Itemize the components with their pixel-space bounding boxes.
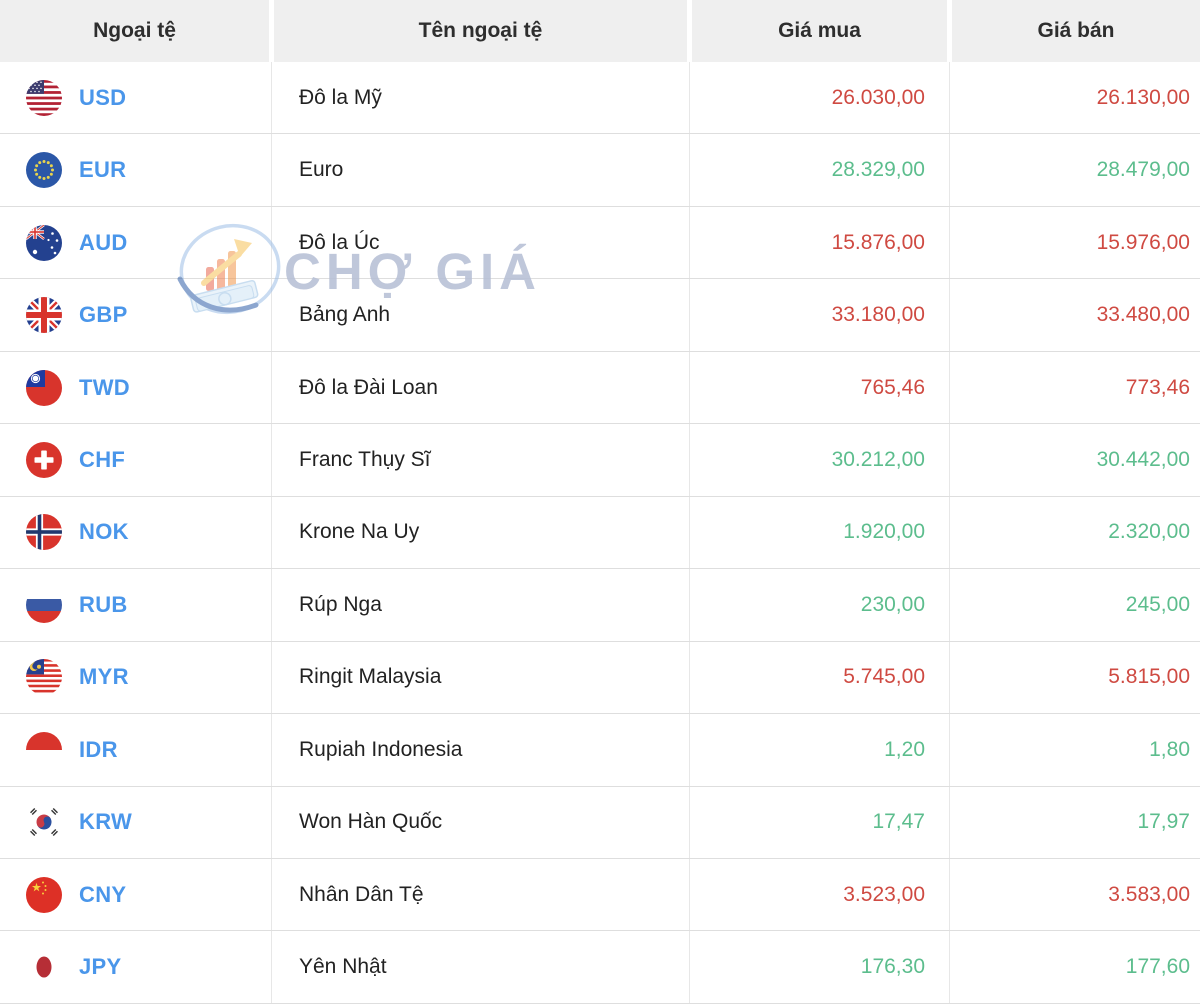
jpy-flag-icon bbox=[26, 949, 62, 986]
aud-flag-icon bbox=[26, 224, 62, 261]
column-header-currency: Ngoại tệ bbox=[0, 0, 269, 62]
column-header-name: Tên ngoại tệ bbox=[274, 0, 687, 62]
buy-price: 15.876,00 bbox=[690, 206, 950, 279]
table-row: MYR Ringit Malaysia 5.745,00 5.815,00 bbox=[0, 641, 1200, 715]
sell-price: 15.976,00 bbox=[1096, 230, 1190, 254]
currency-name: Won Hàn Quốc bbox=[299, 810, 443, 834]
buy-price: 30.212,00 bbox=[690, 424, 950, 496]
myr-flag-icon bbox=[26, 659, 62, 696]
currency-name: Ringit Malaysia bbox=[299, 665, 442, 689]
nok-flag-icon bbox=[26, 514, 62, 551]
buy-price: 5.745,00 bbox=[690, 641, 950, 714]
sell-price: 30.442,00 bbox=[1096, 447, 1190, 471]
sell-price: 773,46 bbox=[1125, 375, 1190, 399]
buy-price: 33.180,00 bbox=[690, 279, 950, 351]
gbp-flag-icon bbox=[26, 297, 62, 334]
table-row: IDR Rupiah Indonesia 1,20 1,80 bbox=[0, 714, 1200, 787]
sell-price: 26.130,00 bbox=[1096, 85, 1190, 109]
sell-price: 177,60 bbox=[1125, 955, 1190, 979]
column-header-buy: Giá mua bbox=[692, 0, 947, 62]
buy-price: 230,00 bbox=[690, 569, 950, 641]
currency-code-link[interactable]: GBP bbox=[79, 302, 128, 328]
table-row: GBP Bảng Anh 33.180,00 33.480,00 bbox=[0, 279, 1200, 352]
currency-code-link[interactable]: EUR bbox=[79, 157, 126, 183]
buy-price: 17,47 bbox=[690, 786, 950, 858]
table-row: TWD Đô la Đài Loan 765,46 773,46 bbox=[0, 351, 1200, 425]
currency-code-link[interactable]: RUB bbox=[79, 592, 128, 618]
table-row: CHF Franc Thụy Sĩ 30.212,00 30.442,00 bbox=[0, 424, 1200, 497]
currency-name: Euro bbox=[299, 158, 344, 182]
table-row: JPY Yên Nhật 176,30 177,60 bbox=[0, 931, 1200, 1004]
currency-name: Rupiah Indonesia bbox=[299, 737, 463, 761]
table-header: Ngoại tệ Tên ngoại tệ Giá mua Giá bán bbox=[0, 0, 1200, 62]
buy-price: 28.329,00 bbox=[690, 134, 950, 206]
sell-price: 5.815,00 bbox=[1108, 665, 1190, 689]
idr-flag-icon bbox=[26, 731, 62, 768]
currency-code-link[interactable]: TWD bbox=[79, 375, 130, 401]
table-row: AUD Đô la Úc 15.876,00 15.976,00 bbox=[0, 206, 1200, 280]
currency-code-link[interactable]: IDR bbox=[79, 737, 118, 763]
sell-price: 2.320,00 bbox=[1108, 520, 1190, 544]
exchange-rate-table: Ngoại tệ Tên ngoại tệ Giá mua Giá bán US… bbox=[0, 0, 1200, 1004]
currency-name: Đô la Mỹ bbox=[299, 85, 382, 109]
currency-code-link[interactable]: CHF bbox=[79, 447, 125, 473]
table-row: EUR Euro 28.329,00 28.479,00 bbox=[0, 134, 1200, 207]
sell-price: 245,00 bbox=[1125, 592, 1190, 616]
column-header-sell: Giá bán bbox=[952, 0, 1200, 62]
sell-price: 17,97 bbox=[1137, 810, 1190, 834]
sell-price: 1,80 bbox=[1149, 737, 1190, 761]
currency-name: Krone Na Uy bbox=[299, 520, 420, 544]
currency-name: Yên Nhật bbox=[299, 955, 387, 979]
currency-name: Đô la Đài Loan bbox=[299, 375, 438, 399]
currency-name: Nhân Dân Tệ bbox=[299, 882, 424, 906]
currency-name: Bảng Anh bbox=[299, 303, 391, 327]
chf-flag-icon bbox=[26, 441, 62, 478]
table-row: USD Đô la Mỹ 26.030,00 26.130,00 bbox=[0, 62, 1200, 135]
currency-code-link[interactable]: NOK bbox=[79, 519, 129, 545]
usd-flag-icon bbox=[26, 79, 62, 116]
buy-price: 1,20 bbox=[690, 714, 950, 786]
currency-name: Rúp Nga bbox=[299, 592, 382, 616]
sell-price: 3.583,00 bbox=[1108, 882, 1190, 906]
table-row: CNY Nhân Dân Tệ 3.523,00 3.583,00 bbox=[0, 858, 1200, 932]
buy-price: 176,30 bbox=[690, 931, 950, 1003]
currency-code-link[interactable]: KRW bbox=[79, 809, 132, 835]
table-body: USD Đô la Mỹ 26.030,00 26.130,00 EUR Eur… bbox=[0, 62, 1200, 1004]
buy-price: 26.030,00 bbox=[690, 62, 950, 134]
buy-price: 1.920,00 bbox=[690, 496, 950, 569]
buy-price: 3.523,00 bbox=[690, 858, 950, 931]
currency-code-link[interactable]: CNY bbox=[79, 882, 126, 908]
currency-code-link[interactable]: JPY bbox=[79, 954, 121, 980]
krw-flag-icon bbox=[26, 804, 62, 841]
table-row: RUB Rúp Nga 230,00 245,00 bbox=[0, 569, 1200, 642]
sell-price: 28.479,00 bbox=[1096, 158, 1190, 182]
table-row: NOK Krone Na Uy 1.920,00 2.320,00 bbox=[0, 496, 1200, 570]
buy-price: 765,46 bbox=[690, 351, 950, 424]
currency-code-link[interactable]: AUD bbox=[79, 230, 128, 256]
table-row: KRW Won Hàn Quốc 17,47 17,97 bbox=[0, 786, 1200, 859]
rub-flag-icon bbox=[26, 586, 62, 623]
currency-name: Franc Thụy Sĩ bbox=[299, 447, 431, 471]
sell-price: 33.480,00 bbox=[1096, 303, 1190, 327]
twd-flag-icon bbox=[26, 369, 62, 406]
eur-flag-icon bbox=[26, 152, 62, 189]
currency-code-link[interactable]: MYR bbox=[79, 664, 129, 690]
currency-code-link[interactable]: USD bbox=[79, 85, 126, 111]
currency-name: Đô la Úc bbox=[299, 230, 380, 254]
cny-flag-icon bbox=[26, 876, 62, 913]
